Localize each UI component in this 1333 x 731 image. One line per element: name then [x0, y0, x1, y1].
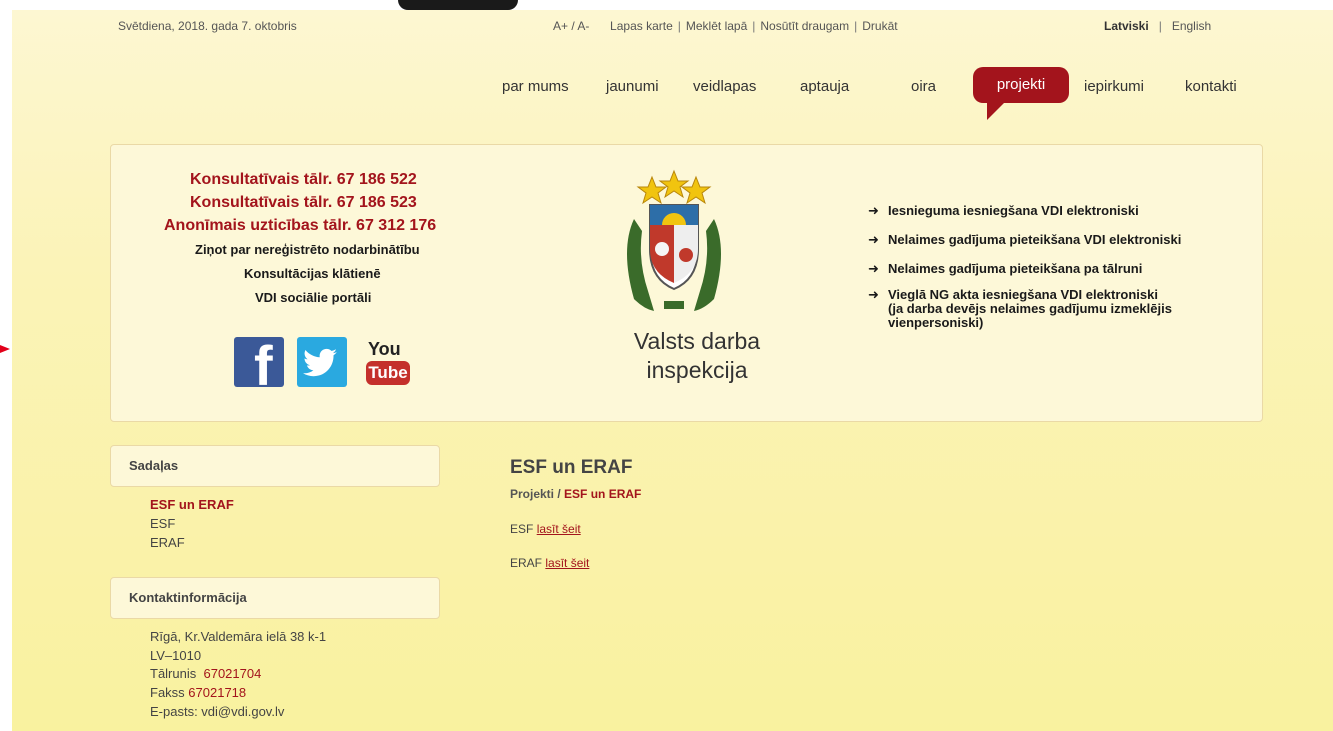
phone-consult-1: Konsultatīvais tālr. 67 186 522 — [190, 171, 417, 188]
nav-active-tail — [987, 102, 1005, 120]
lang-english[interactable]: English — [1172, 19, 1211, 33]
section-esf[interactable]: ESF — [150, 516, 175, 531]
contact-fax-number: 67021718 — [188, 685, 247, 700]
contact-email[interactable]: E-pasts: vdi@vdi.gov.lv — [150, 704, 284, 719]
breadcrumb-separator: / — [557, 487, 561, 501]
report-accident-online-label: Nelaimes gadījuma pieteikšana VDI elektr… — [888, 232, 1182, 247]
arrow-right-icon: ➜ — [868, 261, 879, 276]
light-accident-act-note-1: (ja darba devējs nelaimes gadījumu izmek… — [888, 301, 1172, 316]
contact-fax-label: Fakss — [150, 685, 185, 700]
current-date: Svētdiena, 2018. gada 7. oktobris — [118, 19, 297, 33]
facebook-glyph: f — [254, 334, 273, 397]
phone-anonymous: Anonīmais uzticības tālr. 67 312 176 — [164, 217, 437, 234]
submit-application-link[interactable]: ➜ Iesnieguma iesniegšana VDI elektroniski — [868, 203, 1139, 219]
page-title: ESF un ERAF — [510, 457, 633, 478]
nav-oira[interactable]: oira — [911, 78, 936, 95]
nav-aptauja[interactable]: aptauja — [800, 78, 849, 95]
nav-jaunumi[interactable]: jaunumi — [606, 78, 659, 95]
eraf-label: ERAF — [510, 556, 543, 570]
youtube-you-label: You — [368, 339, 401, 359]
sitemap-link[interactable]: Lapas karte — [610, 19, 673, 33]
esf-label: ESF — [510, 522, 534, 536]
arrow-right-icon: ➜ — [868, 203, 879, 218]
nav-veidlapas[interactable]: veidlapas — [693, 78, 756, 95]
report-accident-phone-label: Nelaimes gadījuma pieteikšana pa tālruni — [888, 261, 1143, 276]
contact-address: Rīgā, Kr.Valdemāra ielā 38 k-1 — [150, 629, 327, 644]
sections-header: Sadaļas — [110, 445, 440, 487]
youtube-tube-label: Tube — [366, 361, 410, 385]
esf-line: ESF lasīt šeit — [510, 522, 581, 536]
language-switcher: Latviski | English — [1104, 19, 1212, 33]
contact-header: Kontaktinformācija — [110, 577, 440, 619]
font-size-toggle[interactable]: A+ / A- — [553, 19, 589, 33]
nav-projekti-label: projekti — [996, 76, 1046, 93]
page: Svētdiena, 2018. gada 7. oktobris A+ / A… — [12, 10, 1333, 731]
report-accident-online-link[interactable]: ➜ Nelaimes gadījuma pieteikšana VDI elekt… — [868, 232, 1181, 248]
breadcrumb-parent[interactable]: Projekti — [510, 487, 554, 501]
nav-par-mums[interactable]: par mums — [502, 78, 569, 95]
nav-iepirkumi[interactable]: iepirkumi — [1084, 78, 1144, 95]
esf-read-more-link[interactable]: lasīt šeit — [537, 522, 581, 536]
arrow-right-icon: ➜ — [868, 232, 879, 247]
page-tools: A+ / A- Lapas karte | Meklēt lapā | Nosūtīt … — [553, 19, 898, 33]
light-accident-act-note-2: vienpersoniski) — [888, 315, 984, 330]
lang-latvian[interactable]: Latviski — [1104, 19, 1149, 33]
eraf-read-more-link[interactable]: lasīt šeit — [545, 556, 589, 570]
header-banner: Konsultatīvais tālr. 67 186 522 Konsulta… — [110, 144, 1263, 422]
contact-postal: LV–1010 — [150, 648, 202, 663]
print-link[interactable]: Drukāt — [862, 19, 897, 33]
contact-phone-number[interactable]: 67021704 — [203, 666, 261, 681]
logo-text-line1: Valsts darba — [633, 328, 761, 354]
report-accident-phone-link[interactable]: ➜ Nelaimes gadījuma pieteikšana pa tālrun… — [868, 261, 1142, 277]
facebook-icon[interactable]: f — [234, 334, 284, 397]
search-page-link[interactable]: Meklēt lapā — [686, 19, 747, 33]
section-esf-un-eraf[interactable]: ESF un ERAF — [150, 497, 234, 512]
eraf-line: ERAF lasīt šeit — [510, 556, 589, 570]
contact-phone: Tālrunis 67021704 — [150, 666, 261, 681]
phone-consult-2: Konsultatīvais tālr. 67 186 523 — [190, 194, 417, 211]
breadcrumb: Projekti / ESF un ERAF — [510, 487, 641, 501]
header-shape — [398, 0, 518, 10]
send-to-friend-link[interactable]: Nosūtīt draugam — [760, 19, 849, 33]
twitter-icon[interactable] — [297, 337, 347, 387]
arrow-pointer-icon — [0, 345, 10, 353]
coat-of-arms-icon — [627, 169, 721, 311]
twitter-bird-icon — [302, 348, 337, 377]
nav-kontakti[interactable]: kontakti — [1185, 78, 1237, 95]
light-accident-act-label: Vieglā NG akta iesniegšana VDI elektroni… — [888, 287, 1158, 302]
contact-phone-label: Tālrunis — [150, 666, 197, 681]
consultations-in-person-link[interactable]: Konsultācijas klātienē — [244, 266, 381, 281]
nav-projekti[interactable]: projekti — [973, 67, 1069, 120]
arrow-right-icon: ➜ — [868, 287, 879, 302]
submit-application-label: Iesnieguma iesniegšana VDI elektroniski — [888, 203, 1139, 218]
youtube-icon[interactable]: You Tube — [364, 337, 414, 387]
social-portals-link[interactable]: VDI sociālie portāli — [255, 290, 371, 305]
section-eraf[interactable]: ERAF — [150, 535, 185, 550]
breadcrumb-current: ESF un ERAF — [564, 487, 642, 501]
contact-fax: Fakss 67021718 — [150, 685, 246, 700]
report-undeclared-work-link[interactable]: Ziņot par nereģistrēto nodarbinātību — [195, 242, 420, 257]
logo-text-line2: inspekcija — [646, 357, 748, 383]
